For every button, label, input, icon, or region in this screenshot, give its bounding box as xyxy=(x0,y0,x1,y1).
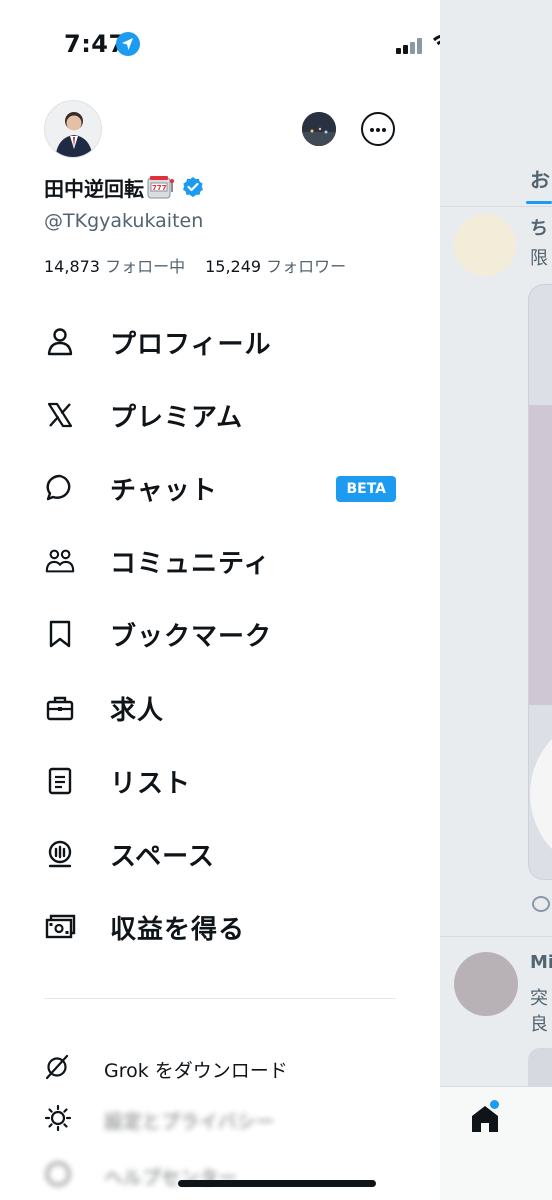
dot xyxy=(370,128,374,132)
menu-item-profile[interactable]: プロフィール xyxy=(44,318,396,366)
menu-label: 収益を得る xyxy=(110,914,246,945)
menu-label: プレミアム xyxy=(110,402,244,433)
menu-item-chat[interactable]: チャット BETA xyxy=(44,464,396,512)
menu-item-monetization[interactable]: 収益を得る xyxy=(44,903,396,951)
settings-privacy-label: 設定とプライバシー xyxy=(104,1110,275,1133)
post-avatar xyxy=(454,952,518,1016)
grok-icon xyxy=(44,1054,70,1084)
beta-badge: BETA xyxy=(336,476,396,502)
home-indicator xyxy=(178,1180,376,1187)
cellular-signal-icon xyxy=(396,38,424,54)
menu-label: 求人 xyxy=(110,695,165,726)
follow-stats: 14,873 フォロー中 15,249 フォロワー xyxy=(44,253,346,277)
profile-name-row[interactable]: 田中逆回転 777 xyxy=(44,172,204,202)
menu-item-jobs[interactable]: 求人 xyxy=(44,684,396,732)
display-name: 田中逆回転 xyxy=(44,176,144,201)
spaces-icon xyxy=(44,838,76,870)
verified-badge-icon xyxy=(183,177,203,197)
post-author-partial: ち xyxy=(530,218,548,239)
grok-download-label: Grok をダウンロード xyxy=(104,1059,288,1082)
menu-item-premium[interactable]: プレミアム xyxy=(44,391,396,439)
location-arrow-icon xyxy=(116,32,140,56)
help-center-link[interactable]: ヘルプセンター xyxy=(44,1156,396,1196)
post-avatar xyxy=(454,214,516,276)
monetization-icon xyxy=(44,911,76,943)
menu-label: スペース xyxy=(110,841,215,872)
person-icon xyxy=(44,326,76,358)
post-author-partial: Mi xyxy=(530,952,552,973)
timeline-tab-partial: お xyxy=(530,168,550,192)
settings-sun-icon xyxy=(44,1104,72,1136)
menu-item-communities[interactable]: コミュニティ xyxy=(44,537,396,585)
menu-item-lists[interactable]: リスト xyxy=(44,757,396,805)
dot xyxy=(376,128,380,132)
post-text-partial: 良 xyxy=(530,1014,548,1035)
menu-label: コミュニティ xyxy=(110,548,271,579)
settings-privacy-link[interactable]: 設定とプライバシー xyxy=(44,1100,396,1140)
slot-machine-emoji-icon: 777 xyxy=(146,174,176,200)
menu-label: リスト xyxy=(110,768,192,799)
profile-avatar[interactable] xyxy=(44,100,102,158)
list-icon xyxy=(44,765,76,797)
post-text-partial: 限 xyxy=(530,248,548,269)
background-timeline[interactable]: お ち 限 Mi 突 良 xyxy=(440,0,552,1200)
menu-label: チャット xyxy=(110,475,218,506)
chat-bubble-icon xyxy=(44,472,76,504)
post-text-partial: 突 xyxy=(530,988,548,1009)
briefcase-icon xyxy=(44,692,76,724)
menu-label: プロフィール xyxy=(110,329,272,360)
grok-download-link[interactable]: Grok をダウンロード xyxy=(44,1049,396,1089)
followers-count: 15,249 xyxy=(205,257,262,276)
following-count: 14,873 xyxy=(44,257,100,276)
menu-item-spaces[interactable]: スペース xyxy=(44,830,396,878)
following-link[interactable]: 14,873 フォロー中 xyxy=(44,253,185,277)
divider xyxy=(440,936,552,937)
account-switcher-avatar[interactable] xyxy=(302,112,336,146)
following-label: フォロー中 xyxy=(105,257,186,276)
tab-indicator xyxy=(526,201,552,204)
reply-icon xyxy=(532,896,550,912)
followers-label: フォロワー xyxy=(266,257,347,276)
bookmark-icon xyxy=(44,618,76,650)
profile-handle[interactable]: @TKgyakukaiten xyxy=(44,210,203,232)
menu-label: ブックマーク xyxy=(110,621,273,652)
followers-link[interactable]: 15,249 フォロワー xyxy=(205,253,346,277)
more-options-button[interactable] xyxy=(361,112,395,146)
menu-divider xyxy=(44,998,396,999)
divider xyxy=(440,206,552,207)
dot xyxy=(382,128,386,132)
help-icon xyxy=(44,1160,72,1192)
menu-item-bookmarks[interactable]: ブックマーク xyxy=(44,610,396,658)
x-logo-icon xyxy=(44,399,76,431)
svg-text:777: 777 xyxy=(152,184,167,192)
status-bar: 7:47 100 xyxy=(0,0,504,90)
notification-dot xyxy=(490,1100,499,1109)
communities-icon xyxy=(44,545,76,577)
